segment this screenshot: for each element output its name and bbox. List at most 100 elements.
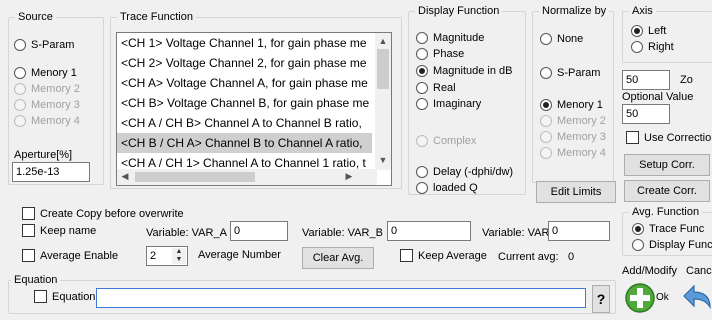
clear-avg-button[interactable]: Clear Avg.	[302, 247, 374, 269]
checkbox-box	[400, 249, 413, 262]
use-correction-checkbox[interactable]: Use Correction	[626, 131, 712, 144]
current-avg-label: Current avg:	[498, 251, 559, 263]
source-title: Source	[15, 10, 56, 24]
source-option-memory-1[interactable]: Menory 1	[14, 66, 77, 80]
trace-function-item[interactable]: <CH A> Voltage Channel A, for gain phase…	[117, 73, 372, 93]
equation-title: Equation	[11, 273, 61, 287]
zo-input[interactable]: 50	[622, 70, 670, 90]
source-option-memory-2[interactable]: Memory 2	[14, 82, 80, 96]
create-copy-checkbox[interactable]: Create Copy before overwrite	[22, 207, 184, 220]
var-a-label: Variable: VAR_A	[146, 227, 227, 239]
checkbox-box	[22, 207, 35, 220]
avg-function-display-func[interactable]: Display Func	[632, 238, 712, 252]
radio-dot	[540, 147, 552, 159]
checkbox-box	[22, 249, 35, 262]
normalize-option-memory-2[interactable]: Memory 2	[540, 114, 606, 128]
avg-function-trace-func[interactable]: Trace Func	[632, 222, 704, 236]
ok-label: Ok	[656, 292, 669, 303]
var-b-input[interactable]: 0	[387, 221, 471, 241]
normalize-option-memory-1[interactable]: Menory 1	[540, 98, 603, 112]
radio-dot	[14, 39, 26, 51]
scroll-right-icon[interactable]: ▶	[341, 171, 357, 182]
display-option-loaded-q[interactable]: loaded Q	[416, 181, 478, 195]
radio-dot	[14, 99, 26, 111]
radio-dot	[416, 166, 428, 178]
normalize-option-memory-3[interactable]: Memory 3	[540, 130, 606, 144]
ok-button[interactable]: Ok	[624, 282, 678, 313]
setup-corr-button[interactable]: Setup Corr.	[624, 154, 710, 176]
radio-dot	[416, 98, 428, 110]
average-number-value: 2	[150, 250, 157, 262]
display-option-imaginary[interactable]: Imaginary	[416, 97, 481, 111]
create-corr-button[interactable]: Create Corr.	[624, 180, 710, 202]
radio-dot	[14, 67, 26, 79]
aperture-label: Aperture[%]	[14, 149, 73, 161]
edit-limits-button[interactable]: Edit Limits	[536, 181, 616, 203]
optional-value-input[interactable]: 50	[622, 104, 670, 124]
trace-function-item[interactable]: <CH 2> Voltage Channel 2, for gain phase…	[117, 53, 372, 73]
radio-dot	[540, 67, 552, 79]
current-avg-value: 0	[568, 251, 575, 263]
source-option-s-param[interactable]: S-Param	[14, 38, 74, 52]
normalize-option-s-param[interactable]: S-Param	[540, 66, 600, 80]
display-option-magnitude-db[interactable]: Magnitude in dB	[416, 64, 513, 78]
scroll-thumb[interactable]	[377, 49, 389, 89]
stepper-arrows-icon[interactable]: ▲ ▼	[172, 248, 186, 264]
radio-dot	[14, 115, 26, 127]
radio-dot	[416, 82, 428, 94]
keep-name-checkbox[interactable]: Keep name	[22, 224, 96, 237]
trace-list-vertical-scrollbar[interactable]: ▲ ▼	[375, 33, 391, 170]
scroll-up-icon[interactable]: ▲	[375, 36, 391, 46]
display-option-delay[interactable]: Delay (-dphi/dw)	[416, 165, 513, 179]
display-option-magnitude[interactable]: Magnitude	[416, 31, 484, 45]
trace-function-list[interactable]: <CH 1> Voltage Channel 1, for gain phase…	[116, 32, 392, 186]
radio-dot	[416, 65, 428, 77]
normalize-option-memory-4[interactable]: Memory 4	[540, 146, 606, 160]
scroll-down-icon[interactable]: ▼	[375, 155, 391, 165]
radio-dot	[540, 115, 552, 127]
average-number-stepper[interactable]: 2 ▲ ▼	[146, 246, 188, 266]
display-option-real[interactable]: Real	[416, 81, 456, 95]
trace-function-item[interactable]: <CH B> Voltage Channel B, for gain phase…	[117, 93, 372, 113]
normalize-by-title: Normalize by	[539, 4, 610, 18]
trace-list-horizontal-scrollbar[interactable]: ◀ ▶	[117, 169, 377, 185]
keep-average-checkbox[interactable]: Keep Average	[400, 249, 487, 262]
var-c-input[interactable]: 0	[548, 221, 610, 241]
display-option-complex[interactable]: Complex	[416, 134, 476, 148]
aperture-input[interactable]: 1.25e-13	[12, 162, 90, 182]
radio-dot	[416, 32, 428, 44]
radio-dot	[416, 182, 428, 194]
axis-option-right[interactable]: Right	[631, 40, 674, 54]
checkbox-box	[22, 224, 35, 237]
display-option-phase[interactable]: Phase	[416, 47, 464, 61]
equation-checkbox[interactable]: Equation	[34, 290, 95, 303]
radio-dot	[631, 41, 643, 53]
equation-input[interactable]	[96, 288, 586, 308]
trace-function-item[interactable]: <CH 1> Voltage Channel 1, for gain phase…	[117, 33, 372, 53]
axis-option-left[interactable]: Left	[631, 24, 666, 38]
radio-dot	[14, 83, 26, 95]
trace-function-item[interactable]: <CH A / CH B> Channel A to Channel B rat…	[117, 113, 372, 133]
radio-dot	[632, 223, 644, 235]
radio-dot	[540, 33, 552, 45]
add-modify-label: Add/Modify	[622, 265, 678, 277]
radio-dot	[416, 48, 428, 60]
optional-value-label: Optional Value	[622, 91, 694, 103]
trace-function-title: Trace Function	[117, 10, 196, 24]
source-option-memory-4[interactable]: Memory 4	[14, 114, 80, 128]
average-enable-checkbox[interactable]: Average Enable	[22, 249, 118, 262]
source-option-memory-3[interactable]: Memory 3	[14, 98, 80, 112]
radio-dot	[416, 135, 428, 147]
scroll-left-icon[interactable]: ◀	[117, 171, 133, 182]
radio-dot	[631, 25, 643, 37]
trace-function-rows: <CH 1> Voltage Channel 1, for gain phase…	[117, 33, 391, 185]
cancel-undo-icon[interactable]	[680, 282, 712, 312]
equation-help-button[interactable]: ?	[592, 285, 610, 313]
radio-dot	[632, 239, 644, 251]
scroll-thumb-horizontal[interactable]	[135, 172, 255, 182]
checkbox-box	[34, 290, 47, 303]
trace-function-item[interactable]: <CH B / CH A> Channel B to Channel A rat…	[117, 133, 372, 153]
normalize-option-none[interactable]: None	[540, 32, 583, 46]
var-a-input[interactable]: 0	[230, 221, 288, 241]
radio-dot	[540, 99, 552, 111]
